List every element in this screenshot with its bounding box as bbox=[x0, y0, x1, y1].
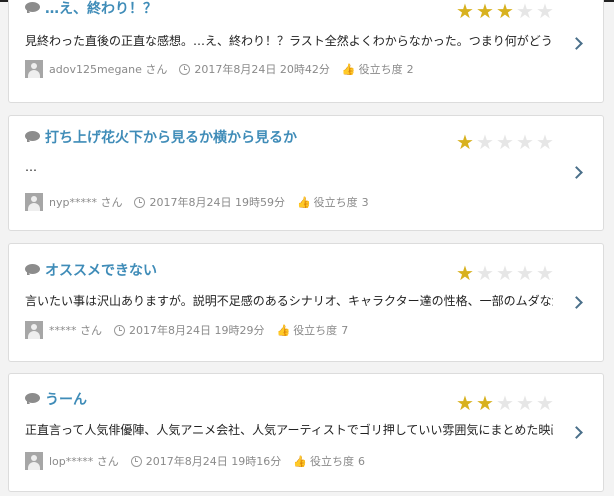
speech-bubble-icon bbox=[25, 264, 40, 276]
star-filled-icon: ★ bbox=[476, 0, 494, 23]
star-empty-icon: ★ bbox=[516, 391, 534, 415]
review-user[interactable]: nyp***** さん bbox=[49, 194, 122, 210]
speech-bubble-icon bbox=[25, 393, 40, 405]
star-empty-icon: ★ bbox=[496, 391, 514, 415]
chevron-right-icon[interactable] bbox=[570, 37, 583, 50]
helpful-label: 役立ち度 bbox=[358, 63, 403, 76]
star-rating: ★ ★ ★ ★ ★ bbox=[455, 1, 555, 21]
review-datetime: 2017年8月24日 20時42分 bbox=[194, 63, 330, 76]
clock-icon bbox=[179, 63, 191, 75]
star-filled-icon: ★ bbox=[456, 0, 474, 23]
review-title[interactable]: 打ち上げ花火下から見るか横から見るか bbox=[45, 127, 297, 147]
user-avatar-icon bbox=[25, 60, 43, 78]
review-card[interactable]: うーん ★ ★ ★ ★ ★ 正直言って人気俳優陣、人気アニメ会社、人気アーティストでゴリ… bbox=[8, 373, 604, 492]
clock-icon bbox=[114, 324, 125, 336]
clock-icon bbox=[130, 455, 142, 467]
review-datetime: 2017年8月24日 19時59分 bbox=[149, 196, 285, 209]
star-empty-icon: ★ bbox=[536, 391, 554, 415]
review-body: 言いたい事は沢山ありますが。説明不足感のあるシナリオ、キャラクター達の性格、一部… bbox=[25, 294, 553, 308]
review-user[interactable]: adov125megane さん bbox=[49, 61, 167, 77]
star-filled-icon: ★ bbox=[456, 391, 474, 415]
user-avatar-icon bbox=[25, 193, 43, 211]
speech-bubble-icon bbox=[25, 2, 40, 14]
star-empty-icon: ★ bbox=[496, 261, 514, 285]
thumbs-up-icon: 👍 bbox=[293, 454, 307, 468]
review-datetime: 2017年8月24日 19時29分 bbox=[129, 324, 265, 337]
review-body: 見終わった直後の正直な感想。…え、終わり！？ラスト全然よくわからなかった。つまり… bbox=[25, 34, 553, 48]
review-card[interactable]: …え、終わり！？ ★ ★ ★ ★ ★ 見終わった直後の正直な感想。…え、終わり！？ラスト… bbox=[8, 0, 604, 103]
user-avatar-icon bbox=[25, 321, 43, 339]
star-rating: ★ ★ ★ ★ ★ bbox=[455, 393, 555, 413]
thumbs-up-icon: 👍 bbox=[276, 323, 291, 337]
star-empty-icon: ★ bbox=[516, 261, 534, 285]
helpful-label: 役立ち度 bbox=[313, 196, 358, 209]
star-empty-icon: ★ bbox=[496, 130, 514, 154]
star-filled-icon: ★ bbox=[456, 261, 474, 285]
review-card[interactable]: オススメできない ★ ★ ★ ★ ★ 言いたい事は沢山ありますが。説明不足感のあるシナリ… bbox=[8, 243, 604, 362]
clock-icon bbox=[134, 196, 146, 208]
star-empty-icon: ★ bbox=[476, 130, 494, 154]
chevron-right-icon[interactable] bbox=[570, 426, 583, 439]
review-body: 正直言って人気俳優陣、人気アニメ会社、人気アーティストでゴリ押していい雰囲気にま… bbox=[25, 423, 553, 437]
review-card[interactable]: 打ち上げ花火下から見るか横から見るか ★ ★ ★ ★ ★ … nyp***** さん 2… bbox=[8, 115, 604, 231]
star-filled-icon: ★ bbox=[496, 0, 514, 23]
helpful-count: 7 bbox=[341, 323, 349, 337]
star-empty-icon: ★ bbox=[536, 0, 554, 23]
user-avatar-icon bbox=[25, 452, 43, 470]
review-user[interactable]: ***** さん bbox=[49, 322, 102, 338]
helpful-label: 役立ち度 bbox=[309, 455, 354, 468]
thumbs-up-icon: 👍 bbox=[296, 195, 311, 209]
star-filled-icon: ★ bbox=[476, 391, 494, 415]
helpful-label: 役立ち度 bbox=[293, 324, 338, 337]
helpful-count: 2 bbox=[406, 62, 414, 76]
star-filled-icon: ★ bbox=[456, 130, 474, 154]
star-empty-icon: ★ bbox=[536, 130, 554, 154]
star-rating: ★ ★ ★ ★ ★ bbox=[455, 132, 555, 152]
review-user[interactable]: lop***** さん bbox=[49, 453, 119, 469]
review-datetime: 2017年8月24日 19時16分 bbox=[145, 455, 282, 468]
helpful-count: 3 bbox=[361, 195, 369, 209]
star-rating: ★ ★ ★ ★ ★ bbox=[455, 263, 555, 283]
star-empty-icon: ★ bbox=[476, 261, 494, 285]
thumbs-up-icon: 👍 bbox=[341, 62, 356, 76]
helpful-count: 6 bbox=[357, 454, 365, 468]
review-title[interactable]: うーん bbox=[45, 389, 87, 409]
star-empty-icon: ★ bbox=[536, 261, 554, 285]
chevron-right-icon[interactable] bbox=[570, 166, 583, 179]
review-title[interactable]: オススメできない bbox=[45, 260, 157, 280]
speech-bubble-icon bbox=[25, 131, 40, 143]
star-empty-icon: ★ bbox=[516, 0, 534, 23]
chevron-right-icon[interactable] bbox=[570, 296, 583, 309]
review-body: … bbox=[25, 160, 37, 174]
star-empty-icon: ★ bbox=[516, 130, 534, 154]
review-title[interactable]: …え、終わり！？ bbox=[45, 0, 157, 18]
